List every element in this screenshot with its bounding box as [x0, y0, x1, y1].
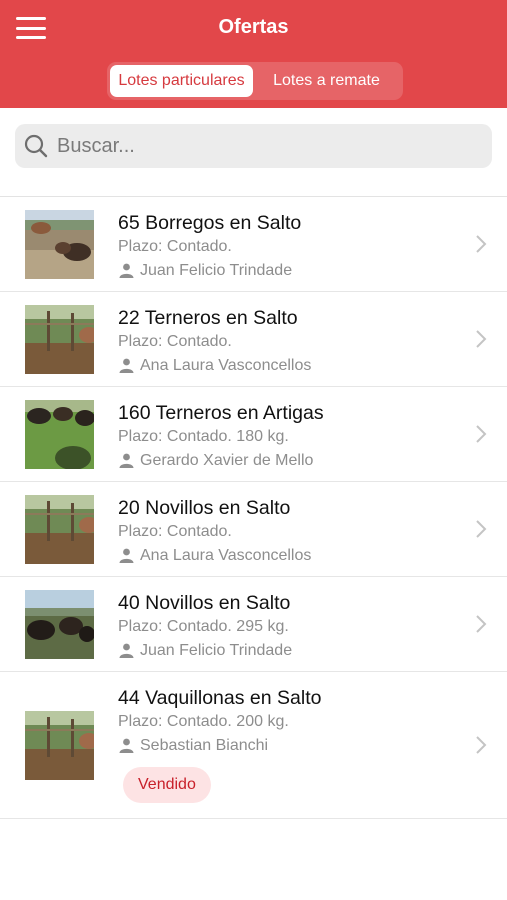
lot-seller: Juan Felicio Trindade [118, 639, 467, 662]
app-header: Ofertas Lotes particulares Lotes a remat… [0, 0, 507, 108]
lot-seller: Juan Felicio Trindade [118, 259, 467, 282]
person-icon [119, 358, 134, 373]
lot-thumbnail [25, 494, 94, 564]
list-item[interactable]: 44 Vaquillonas en Salto Plazo: Contado. … [0, 672, 507, 819]
seller-name: Ana Laura Vasconcellos [140, 357, 312, 374]
lot-thumbnail [25, 399, 94, 469]
chevron-right-icon [476, 425, 487, 443]
lot-info: 160 Terneros en Artigas Plazo: Contado. … [118, 401, 467, 472]
tab-lotes-a-remate[interactable]: Lotes a remate [253, 65, 400, 97]
lot-thumbnail [25, 710, 94, 780]
lot-terms: Plazo: Contado. 200 kg. [118, 713, 289, 730]
lot-title: 22 Terneros en Salto [118, 307, 298, 329]
search-icon [24, 134, 48, 158]
person-icon [119, 548, 134, 563]
lot-title: 65 Borregos en Salto [118, 212, 302, 234]
person-icon [119, 643, 134, 658]
seller-name: Juan Felicio Trindade [140, 262, 293, 279]
lot-list: 65 Borregos en Salto Plazo: Contado. Jua… [0, 196, 507, 819]
seller-name: Juan Felicio Trindade [140, 642, 293, 659]
lot-seller: Gerardo Xavier de Mello [118, 449, 467, 472]
lot-info: 44 Vaquillonas en Salto Plazo: Contado. … [118, 686, 467, 803]
search-bar-container [0, 108, 507, 182]
chevron-right-icon [476, 330, 487, 348]
lot-terms: Plazo: Contado. [118, 523, 232, 540]
sold-badge: Vendido [123, 767, 211, 803]
lot-title: 44 Vaquillonas en Salto [118, 687, 322, 709]
lot-title: 40 Novillos en Salto [118, 592, 291, 614]
person-icon [119, 453, 134, 468]
list-item[interactable]: 20 Novillos en Salto Plazo: Contado. Ana… [0, 482, 507, 577]
lot-terms: Plazo: Contado. [118, 333, 232, 350]
person-icon [119, 738, 134, 753]
lot-info: 40 Novillos en Salto Plazo: Contado. 295… [118, 591, 467, 662]
segment-control: Lotes particulares Lotes a remate [107, 62, 403, 100]
lot-info: 65 Borregos en Salto Plazo: Contado. Jua… [118, 211, 467, 282]
lot-title: 20 Novillos en Salto [118, 497, 291, 519]
chevron-right-icon [476, 235, 487, 253]
search-bar [15, 124, 492, 168]
lot-info: 20 Novillos en Salto Plazo: Contado. Ana… [118, 496, 467, 567]
list-item[interactable]: 65 Borregos en Salto Plazo: Contado. Jua… [0, 197, 507, 292]
seller-name: Gerardo Xavier de Mello [140, 452, 314, 469]
lot-seller: Ana Laura Vasconcellos [118, 544, 467, 567]
chevron-right-icon [476, 736, 487, 754]
lot-seller: Sebastian Bianchi [118, 734, 467, 757]
lot-terms: Plazo: Contado. 295 kg. [118, 618, 289, 635]
list-item[interactable]: 22 Terneros en Salto Plazo: Contado. Ana… [0, 292, 507, 387]
lot-seller: Ana Laura Vasconcellos [118, 354, 467, 377]
page-title: Ofertas [218, 16, 289, 38]
lot-info: 22 Terneros en Salto Plazo: Contado. Ana… [118, 306, 467, 377]
lot-title: 160 Terneros en Artigas [118, 402, 324, 424]
list-item[interactable]: 40 Novillos en Salto Plazo: Contado. 295… [0, 577, 507, 672]
lot-thumbnail [25, 209, 94, 279]
lot-thumbnail [25, 589, 94, 659]
seller-name: Sebastian Bianchi [140, 737, 269, 754]
person-icon [119, 263, 134, 278]
lot-terms: Plazo: Contado. [118, 238, 232, 255]
search-input[interactable] [57, 134, 492, 158]
chevron-right-icon [476, 615, 487, 633]
lot-thumbnail [25, 304, 94, 374]
lot-terms: Plazo: Contado. 180 kg. [118, 428, 289, 445]
seller-name: Ana Laura Vasconcellos [140, 547, 312, 564]
chevron-right-icon [476, 520, 487, 538]
list-item[interactable]: 160 Terneros en Artigas Plazo: Contado. … [0, 387, 507, 482]
tab-lotes-particulares[interactable]: Lotes particulares [110, 65, 253, 97]
